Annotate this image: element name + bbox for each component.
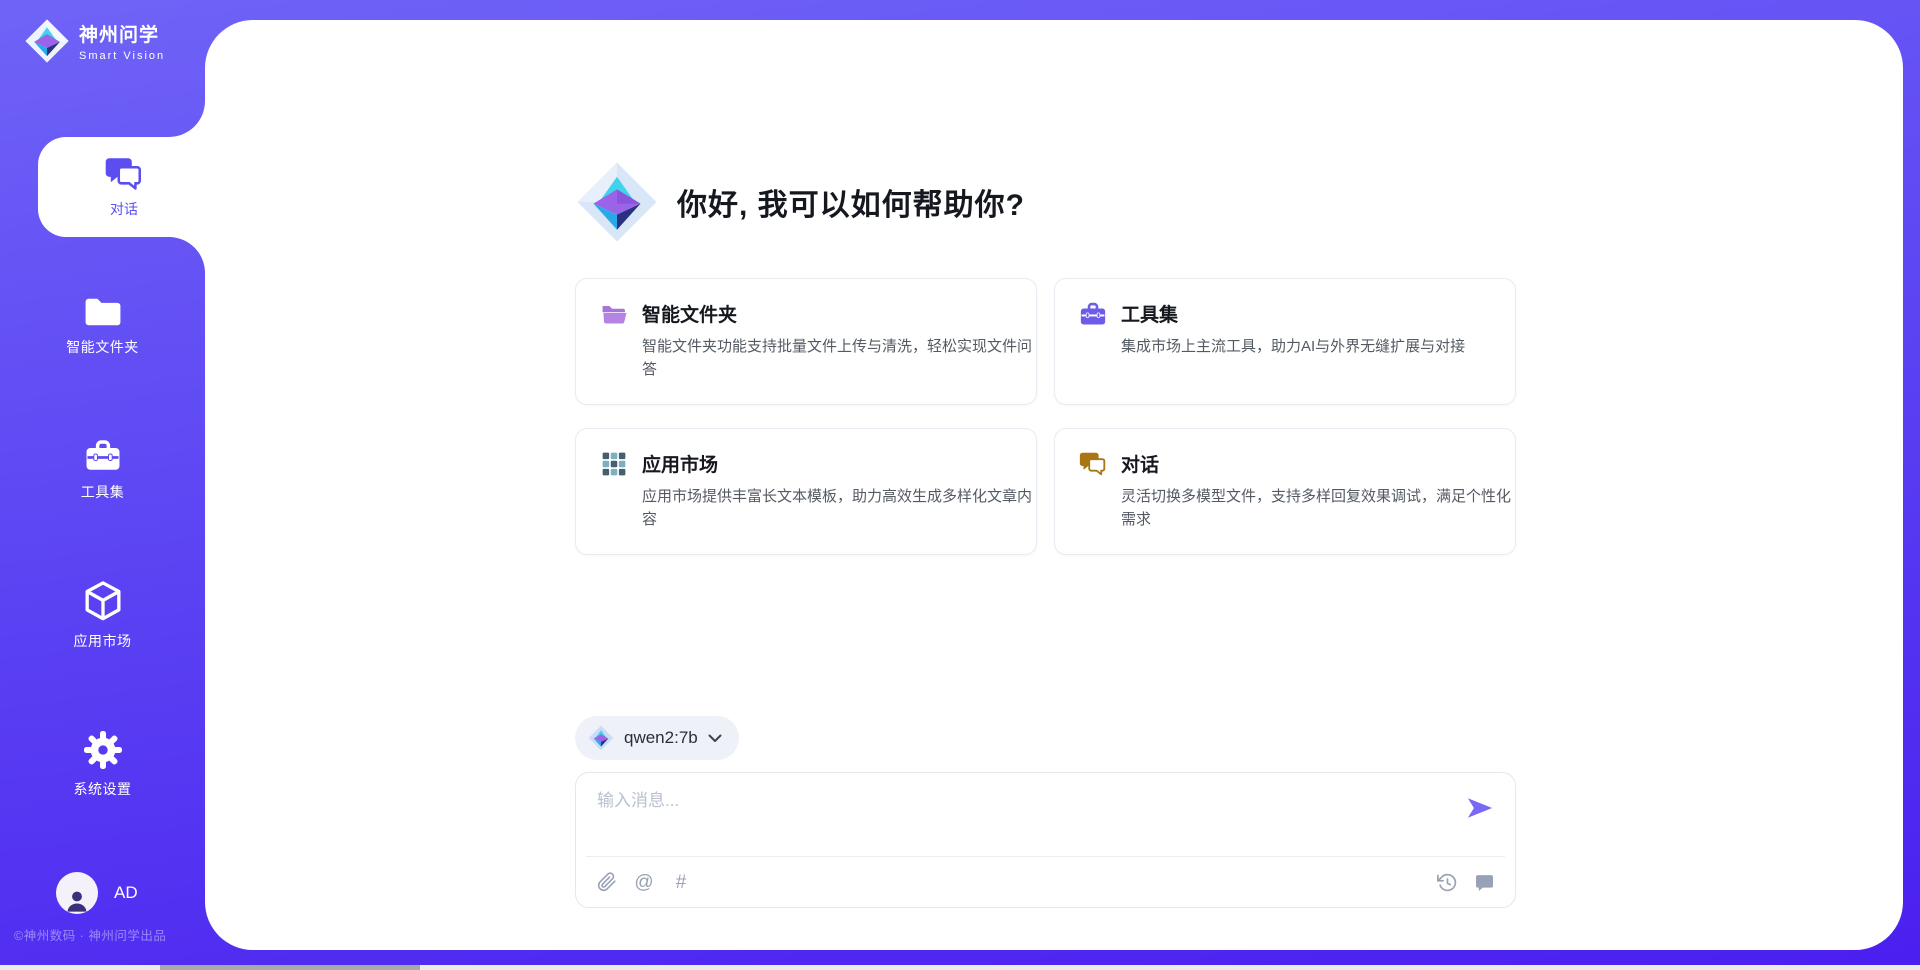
cube-icon	[84, 580, 122, 622]
card-toolset[interactable]: 工具集 集成市场上主流工具，助力AI与外界无缝扩展与对接	[1054, 278, 1516, 405]
message-composer: @ #	[575, 772, 1516, 908]
mention-icon[interactable]: @	[633, 871, 655, 893]
chevron-down-icon	[708, 734, 722, 743]
card-chat[interactable]: 对话 灵活切换多模型文件，支持多样回复效果调试，满足个性化需求	[1054, 428, 1516, 555]
card-head: 应用市场	[600, 450, 1012, 477]
card-head: 智能文件夹	[600, 300, 1012, 327]
mention-glyph: @	[634, 873, 653, 892]
brand-text: 神州问学 Smart Vision	[79, 20, 165, 62]
sidebar-item-toolset[interactable]: 工具集	[0, 438, 205, 502]
composer-toolbar: @ #	[576, 857, 1515, 907]
message-input[interactable]	[597, 786, 1457, 848]
card-title: 智能文件夹	[642, 300, 737, 327]
sidebar: 神州问学 Smart Vision 对话 智能文件夹	[0, 0, 205, 970]
assistant-logo-icon	[575, 160, 659, 244]
toolbox-icon	[84, 438, 122, 473]
card-title: 对话	[1121, 450, 1159, 477]
model-logo-icon	[588, 725, 614, 751]
sidebar-item-chat[interactable]: 对话	[38, 137, 210, 237]
card-head: 工具集	[1079, 300, 1491, 327]
card-description: 应用市场提供丰富长文本模板，助力高效生成多样化文章内容	[642, 485, 1044, 532]
card-description: 灵活切换多模型文件，支持多样回复效果调试，满足个性化需求	[1121, 485, 1523, 532]
horizontal-scrollbar	[0, 965, 1920, 970]
greeting: 你好, 我可以如何帮助你?	[575, 160, 1025, 244]
greeting-title: 你好, 我可以如何帮助你?	[677, 180, 1025, 224]
person-icon	[63, 886, 91, 914]
avatar[interactable]	[56, 872, 98, 914]
feature-cards: 智能文件夹 智能文件夹功能支持批量文件上传与清洗，轻松实现文件问答 工具	[575, 278, 1516, 555]
active-tab-fillet-top	[169, 101, 205, 137]
main-content: 你好, 我可以如何帮助你? 智能文件夹 智能文件夹功能支持批量文件上传与清洗，轻…	[575, 20, 1516, 950]
card-title: 工具集	[1121, 300, 1178, 327]
chat-log-icon[interactable]	[1473, 871, 1495, 893]
history-icon[interactable]	[1436, 871, 1458, 893]
app-grid-icon	[600, 451, 628, 477]
card-description: 智能文件夹功能支持批量文件上传与清洗，轻松实现文件问答	[642, 335, 1044, 382]
send-icon[interactable]	[1466, 795, 1494, 821]
sidebar-item-label: 对话	[110, 199, 138, 219]
topic-glyph: #	[676, 873, 687, 892]
gear-icon	[83, 730, 123, 770]
app-root: { "brand": { "name_cn": "神州问学", "name_en…	[0, 0, 1920, 970]
chat-icon	[1079, 451, 1107, 477]
sidebar-item-app-market[interactable]: 应用市场	[0, 580, 205, 651]
scrollbar-thumb[interactable]	[160, 965, 420, 970]
brand-name-en: Smart Vision	[79, 50, 165, 62]
copyright-text: ©神州数码 · 神州问学出品	[14, 925, 166, 944]
folder-icon	[84, 296, 122, 328]
card-head: 对话	[1079, 450, 1491, 477]
sidebar-item-label: 系统设置	[74, 779, 132, 799]
model-name: qwen2:7b	[624, 728, 698, 748]
brand-name-cn: 神州问学	[79, 20, 165, 47]
user-account[interactable]: AD	[56, 872, 138, 914]
topic-icon[interactable]: #	[670, 871, 692, 893]
card-title: 应用市场	[642, 450, 718, 477]
brand: 神州问学 Smart Vision	[24, 18, 165, 64]
card-app-market[interactable]: 应用市场 应用市场提供丰富长文本模板，助力高效生成多样化文章内容	[575, 428, 1037, 555]
sidebar-item-label: 智能文件夹	[66, 337, 139, 357]
active-tab-fillet-bottom	[169, 237, 205, 273]
toolbox-icon	[1079, 301, 1107, 327]
main-panel: 你好, 我可以如何帮助你? 智能文件夹 智能文件夹功能支持批量文件上传与清洗，轻…	[205, 20, 1903, 950]
folder-open-icon	[600, 301, 628, 327]
card-smart-folder[interactable]: 智能文件夹 智能文件夹功能支持批量文件上传与清洗，轻松实现文件问答	[575, 278, 1037, 405]
card-description: 集成市场上主流工具，助力AI与外界无缝扩展与对接	[1121, 335, 1523, 358]
user-initials: AD	[114, 883, 138, 903]
model-selector[interactable]: qwen2:7b	[575, 716, 739, 760]
attachment-icon[interactable]	[596, 871, 618, 893]
brand-logo-icon	[24, 18, 70, 64]
sidebar-item-smart-folder[interactable]: 智能文件夹	[0, 296, 205, 357]
sidebar-item-label: 工具集	[81, 482, 125, 502]
sidebar-item-settings[interactable]: 系统设置	[0, 730, 205, 799]
chat-icon	[104, 156, 144, 192]
sidebar-item-label: 应用市场	[74, 631, 132, 651]
